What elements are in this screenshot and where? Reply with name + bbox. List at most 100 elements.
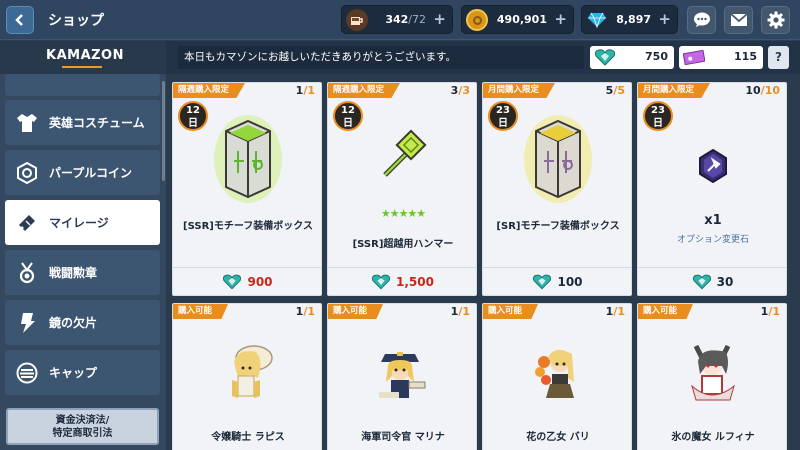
purchase-count: 1/1 <box>450 305 470 318</box>
sidebar-item-label: 英雄コスチューム <box>49 116 145 130</box>
character-name: 令嬢騎士 ラピス <box>211 432 285 443</box>
sidebar-item-purple-coin[interactable]: パープルコイン <box>5 150 160 195</box>
purchase-count: 10/10 <box>745 84 780 97</box>
ticket-icon <box>15 211 39 235</box>
sidebar-item-partial[interactable] <box>5 74 160 96</box>
shop-card[interactable]: 購入可能 1/1 氷の魔女 ルフィナ <box>637 303 787 450</box>
ticket-icon <box>683 50 705 65</box>
purchase-limit-tag: 隔週購入限定 <box>328 83 401 98</box>
item-name: オプション変更石 <box>676 235 749 245</box>
gear-icon <box>767 11 784 29</box>
mirror-shard-icon <box>15 311 39 335</box>
sidebar-item-label: マイレージ <box>49 216 109 230</box>
sidebar-item-medal[interactable]: 戦闘勲章 <box>5 250 160 295</box>
hammer-image <box>328 129 476 185</box>
chat-icon <box>693 12 710 27</box>
legal-line-1: 資金決済法/ <box>55 415 110 426</box>
price-value: 1,500 <box>396 274 434 289</box>
item-name: [SR]モチーフ装備ボックス <box>496 221 620 232</box>
shop-card[interactable]: 購入可能 1/1 令嬢騎士 ラピス <box>172 303 322 450</box>
mileage-heart-icon <box>692 274 711 289</box>
gold-coin-icon <box>466 9 488 31</box>
shop-item-grid: 隔週購入限定 1/1 12 日 [SSR]モチーフ装備ボックス 900 隔週購入限… <box>166 74 800 450</box>
gold-counter[interactable]: 490,901 + <box>461 5 574 34</box>
shop-screen: { "header": { "title": "ショップ", "currenci… <box>0 0 800 450</box>
costume-icon <box>15 111 39 135</box>
price-row: 30 <box>638 267 786 295</box>
help-button[interactable]: ? <box>768 46 789 69</box>
medal-icon <box>15 261 39 285</box>
page-title: ショップ <box>48 13 104 29</box>
diamond-counter[interactable]: 8,897 + <box>581 5 678 34</box>
purchase-count: 5/5 <box>605 84 625 97</box>
sr-box-image <box>483 111 631 203</box>
legal-button[interactable]: 資金決済法/ 特定商取引法 <box>6 408 159 445</box>
character-marina-image <box>328 340 476 406</box>
mileage-value: 750 <box>645 50 668 63</box>
mail-button[interactable] <box>724 6 753 34</box>
shop-card[interactable]: 月間購入限定 5/5 23 日 [SR]モチーフ装備ボックス 100 <box>482 82 632 296</box>
shop-card[interactable]: 隔週購入限定 1/1 12 日 [SSR]モチーフ装備ボックス 900 <box>172 82 322 296</box>
item-quantity: x1 <box>704 213 722 228</box>
character-name: 花の乙女 バリ <box>526 432 590 443</box>
chat-button[interactable] <box>687 6 716 34</box>
sidebar: KAMAZON 英雄コスチューム パープルコイン マイレージ 戦闘勲章 鏡の欠片 <box>0 41 166 450</box>
sidebar-item-label: パープルコイン <box>49 166 133 180</box>
sidebar-item-mirror-shard[interactable]: 鏡の欠片 <box>5 300 160 345</box>
purchase-limit-tag: 購入可能 <box>328 304 384 319</box>
welcome-message: 本日もカマゾンにお越しいただきありがとうございます。 <box>178 46 584 69</box>
back-button[interactable] <box>6 6 34 34</box>
logo-text: KAMAZON <box>46 48 124 63</box>
days-number: 12 <box>341 105 355 116</box>
rarity-stars: ★★★★★ <box>380 207 426 220</box>
sidebar-item-label: 戦闘勲章 <box>49 266 98 280</box>
character-name: 氷の魔女 ルフィナ <box>671 432 755 443</box>
price-row: 900 <box>173 267 321 295</box>
shop-card[interactable]: 隔週購入限定 3/3 12 日 ★★★★★ [SSR]超越用ハンマー 1,500 <box>327 82 477 296</box>
purchase-count: 1/1 <box>295 84 315 97</box>
info-bar: 本日もカマゾンにお越しいただきありがとうございます。 750 115 ? <box>166 41 800 74</box>
option-stone-image <box>638 149 786 183</box>
stamina-counter[interactable]: 342/72 + <box>341 5 453 34</box>
kamazon-logo: KAMAZON <box>0 41 166 74</box>
coffee-icon <box>346 9 368 31</box>
mileage-heart-icon <box>533 274 552 289</box>
purchase-limit-tag: 月間購入限定 <box>483 83 556 98</box>
mileage-heart-icon <box>595 49 615 66</box>
mail-icon <box>729 13 748 26</box>
price-value: 100 <box>557 274 583 289</box>
sidebar-item-cap[interactable]: キャップ <box>5 350 160 395</box>
add-gold-icon[interactable]: + <box>554 10 567 28</box>
character-bari-image <box>483 340 631 406</box>
sidebar-item-label: 鏡の欠片 <box>49 316 98 330</box>
shop-card[interactable]: 月間購入限定 10/10 23 日 x1 オプション変更石 30 <box>637 82 787 296</box>
ticket-counter: 115 <box>679 46 763 69</box>
days-unit: 日 <box>343 118 353 129</box>
purple-coin-icon <box>15 161 39 185</box>
stamina-max: /72 <box>408 13 426 26</box>
sidebar-item-mileage[interactable]: マイレージ <box>5 200 160 245</box>
item-name: [SSR]モチーフ装備ボックス <box>183 221 313 232</box>
price-value: 30 <box>716 274 734 289</box>
item-name: [SSR]超越用ハンマー <box>352 239 454 250</box>
diamond-icon <box>586 9 608 31</box>
purchase-limit-tag: 購入可能 <box>483 304 539 319</box>
sidebar-scrollbar[interactable] <box>162 81 165 181</box>
shop-card[interactable]: 購入可能 1/1 海軍司令官 マリナ <box>327 303 477 450</box>
add-stamina-icon[interactable]: + <box>433 10 446 28</box>
price-row: 1,500 <box>328 267 476 295</box>
character-lapis-image <box>173 340 321 406</box>
add-diamond-icon[interactable]: + <box>658 10 671 28</box>
character-rufina-image <box>638 340 786 406</box>
purchase-limit-tag: 月間購入限定 <box>638 83 711 98</box>
purchase-limit-tag: 購入可能 <box>638 304 694 319</box>
mileage-counter: 750 <box>590 46 674 69</box>
shop-card[interactable]: 購入可能 1/1 花の乙女 バリ <box>482 303 632 450</box>
sidebar-item-costume[interactable]: 英雄コスチューム <box>5 100 160 145</box>
days-remaining-badge: 23 日 <box>643 101 673 137</box>
purchase-count: 1/1 <box>760 305 780 318</box>
days-unit: 日 <box>653 118 663 129</box>
sidebar-item-label: キャップ <box>49 366 98 380</box>
settings-button[interactable] <box>761 6 790 34</box>
stamina-value: 342 <box>385 13 409 26</box>
